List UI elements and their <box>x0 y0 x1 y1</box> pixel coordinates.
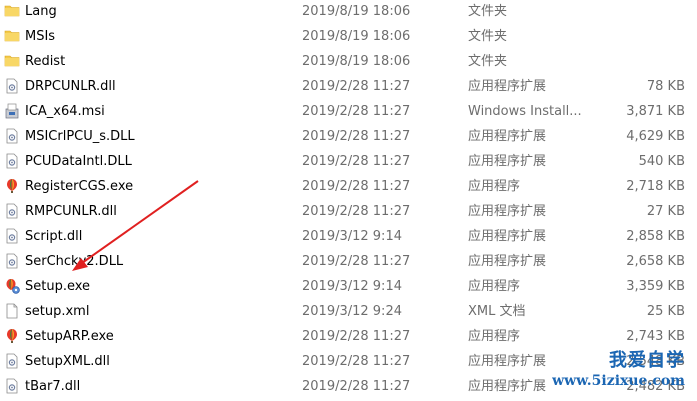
file-list: Lang 2019/8/19 18:06 文件夹 MSIs 2019/8/19 … <box>0 0 697 399</box>
file-name: Setup.exe <box>25 279 91 294</box>
file-type: 文件夹 <box>468 54 508 69</box>
file-type: 应用程序扩展 <box>468 154 547 169</box>
file-type: 文件夹 <box>468 4 508 19</box>
file-name: Lang <box>25 4 57 19</box>
dll-icon <box>6 378 18 394</box>
dll-icon <box>6 228 18 244</box>
file-date: 2019/2/28 11:27 <box>302 154 411 169</box>
list-item[interactable]: Redist 2019/8/19 18:06 文件夹 <box>0 49 697 74</box>
file-date: 2019/2/28 11:27 <box>302 179 411 194</box>
file-name: tBar7.dll <box>25 379 81 394</box>
list-item[interactable]: SetupARP.exe 2019/2/28 11:27 应用程序 2,743 … <box>0 324 697 349</box>
file-type: XML 文档 <box>468 304 526 319</box>
file-date: 2019/8/19 18:06 <box>302 4 411 19</box>
list-item[interactable]: DRPCUNLR.dll 2019/2/28 11:27 应用程序扩展 78 K… <box>0 74 697 99</box>
file-name: MSICrlPCU_s.DLL <box>25 129 135 144</box>
list-item[interactable]: ICA_x64.msi 2019/2/28 11:27 Windows Inst… <box>0 99 697 124</box>
file-size: 3,871 KB <box>626 104 685 119</box>
dll-icon <box>6 128 18 144</box>
watermark: 我爱自学 www.5izixue.com <box>552 350 685 390</box>
file-date: 2019/3/12 9:24 <box>302 304 402 319</box>
file-date: 2019/2/28 11:27 <box>302 254 411 269</box>
file-type: 应用程序扩展 <box>468 254 547 269</box>
folder-icon <box>4 55 20 67</box>
list-item[interactable]: Script.dll 2019/3/12 9:14 应用程序扩展 2,858 K… <box>0 224 697 249</box>
file-name: Redist <box>25 54 66 69</box>
file-date: 2019/2/28 11:27 <box>302 204 411 219</box>
file-type: 应用程序扩展 <box>468 129 547 144</box>
file-size: 78 KB <box>646 79 685 94</box>
file-size: 2,658 KB <box>626 254 685 269</box>
list-item-setup-exe[interactable]: Setup.exe 2019/3/12 9:14 应用程序 3,359 KB <box>0 274 697 299</box>
file-size: 2,858 KB <box>626 229 685 244</box>
file-date: 2019/2/28 11:27 <box>302 104 411 119</box>
file-date: 2019/8/19 18:06 <box>302 29 411 44</box>
dll-icon <box>6 203 18 219</box>
file-type: Windows Install... <box>468 104 582 119</box>
file-type: 应用程序扩展 <box>468 79 547 94</box>
xml-file-icon <box>6 303 18 319</box>
list-item[interactable]: Lang 2019/8/19 18:06 文件夹 <box>0 0 697 24</box>
file-name: SetupARP.exe <box>25 329 114 344</box>
dll-icon <box>6 78 18 94</box>
file-size: 3,359 KB <box>626 279 685 294</box>
file-name: DRPCUNLR.dll <box>25 79 116 94</box>
file-type: 应用程序 <box>468 279 521 294</box>
list-item[interactable]: setup.xml 2019/3/12 9:24 XML 文档 25 KB <box>0 299 697 324</box>
file-name: RegisterCGS.exe <box>25 179 134 194</box>
file-type: 应用程序扩展 <box>468 229 547 244</box>
file-date: 2019/2/28 11:27 <box>302 129 411 144</box>
file-date: 2019/2/28 11:27 <box>302 329 411 344</box>
coreldraw-balloon-icon <box>7 179 17 193</box>
dll-icon <box>6 153 18 169</box>
list-item[interactable]: MSIs 2019/8/19 18:06 文件夹 <box>0 24 697 49</box>
file-date: 2019/8/19 18:06 <box>302 54 411 69</box>
file-type: 应用程序 <box>468 179 521 194</box>
file-size: 540 KB <box>638 154 685 169</box>
folder-icon <box>4 5 20 17</box>
file-type: 文件夹 <box>468 29 508 44</box>
file-name: setup.xml <box>25 304 90 319</box>
file-name: RMPCUNLR.dll <box>25 204 117 219</box>
file-name: ICA_x64.msi <box>25 104 105 119</box>
file-size: 4,629 KB <box>626 129 685 144</box>
list-item[interactable]: RegisterCGS.exe 2019/2/28 11:27 应用程序 2,7… <box>0 174 697 199</box>
file-size: 2,718 KB <box>626 179 685 194</box>
file-date: 2019/2/28 11:27 <box>302 79 411 94</box>
watermark-url: www.5izixue.com <box>552 373 685 389</box>
file-date: 2019/3/12 9:14 <box>302 279 402 294</box>
list-item[interactable]: SerChckv2.DLL 2019/2/28 11:27 应用程序扩展 2,6… <box>0 249 697 274</box>
file-type: 应用程序扩展 <box>468 204 547 219</box>
folder-icon <box>4 30 20 42</box>
msi-icon <box>5 103 19 119</box>
dll-icon <box>6 353 18 369</box>
setup-exe-icon <box>6 279 20 294</box>
dll-icon <box>6 253 18 269</box>
file-name: SerChckv2.DLL <box>25 254 124 269</box>
file-name: Script.dll <box>25 229 83 244</box>
file-size: 25 KB <box>646 304 685 319</box>
file-type: 应用程序 <box>468 329 521 344</box>
file-name: MSIs <box>25 29 56 44</box>
list-item[interactable]: RMPCUNLR.dll 2019/2/28 11:27 应用程序扩展 27 K… <box>0 199 697 224</box>
file-size: 27 KB <box>646 204 685 219</box>
list-item[interactable]: PCUDataIntl.DLL 2019/2/28 11:27 应用程序扩展 5… <box>0 149 697 174</box>
file-date: 2019/2/28 11:27 <box>302 354 411 369</box>
watermark-title: 我爱自学 <box>609 350 685 371</box>
file-name: PCUDataIntl.DLL <box>25 154 132 169</box>
coreldraw-balloon-icon <box>7 329 17 343</box>
file-date: 2019/3/12 9:14 <box>302 229 402 244</box>
list-item[interactable]: MSICrlPCU_s.DLL 2019/2/28 11:27 应用程序扩展 4… <box>0 124 697 149</box>
file-date: 2019/2/28 11:27 <box>302 379 411 394</box>
file-size: 2,743 KB <box>626 329 685 344</box>
file-name: SetupXML.dll <box>25 354 110 369</box>
